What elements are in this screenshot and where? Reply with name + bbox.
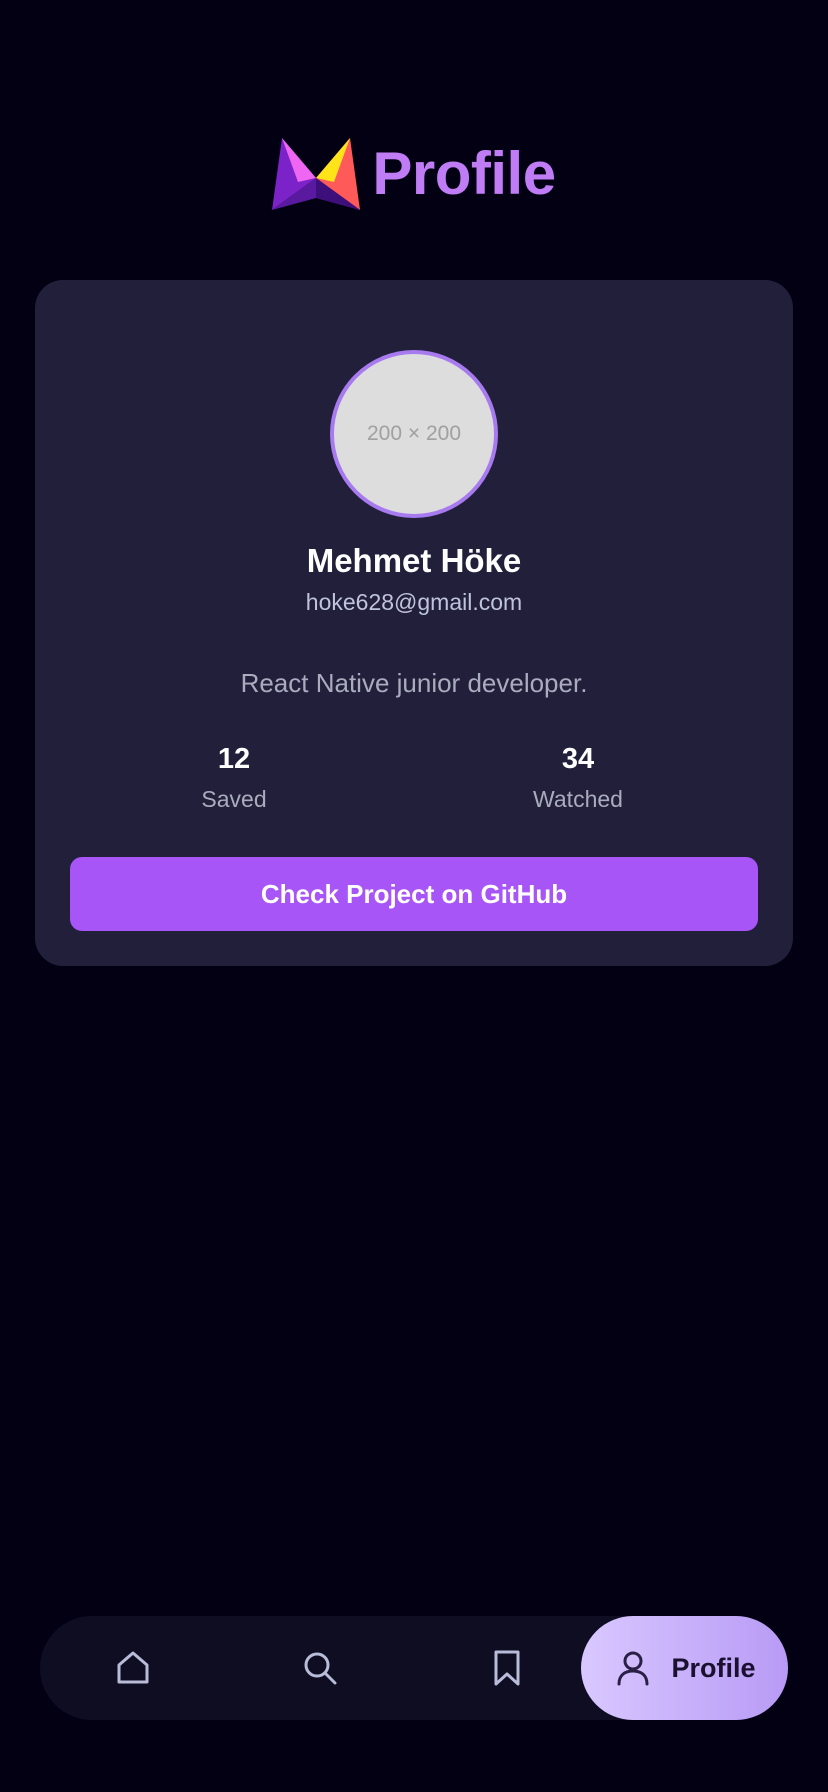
- bookmark-icon: [487, 1648, 527, 1688]
- tab-search[interactable]: [282, 1616, 358, 1720]
- header: Profile: [0, 136, 828, 212]
- user-name: Mehmet Höke: [306, 542, 522, 579]
- tab-bookmarks[interactable]: [469, 1616, 545, 1720]
- user-bio: React Native junior developer.: [240, 668, 588, 698]
- user-icon: [613, 1648, 653, 1688]
- tab-home[interactable]: [95, 1616, 171, 1720]
- stat-saved-label: Saved: [201, 786, 267, 812]
- app-logo-icon: [272, 138, 361, 210]
- stat-watched: 34 Watched: [478, 739, 678, 819]
- github-button[interactable]: Check Project on GitHub: [70, 857, 758, 931]
- search-icon: [300, 1648, 340, 1688]
- stat-saved-value: 12: [217, 743, 251, 775]
- avatar-placeholder-text: 200 × 200: [366, 422, 461, 445]
- home-icon: [113, 1648, 153, 1688]
- stat-watched-value: 34: [561, 743, 595, 775]
- stat-saved: 12 Saved: [134, 739, 334, 819]
- tab-profile[interactable]: Profile: [581, 1616, 788, 1720]
- tab-profile-label: Profile: [671, 1652, 756, 1683]
- bottom-tab-bar: Profile: [40, 1616, 788, 1720]
- avatar: 200 × 200: [330, 350, 498, 518]
- page-title: Profile: [372, 140, 556, 207]
- profile-card: 200 × 200 Mehmet Höke hoke628@gmail.com …: [35, 280, 793, 966]
- user-email: hoke628@gmail.com: [305, 589, 523, 615]
- stat-watched-label: Watched: [533, 786, 623, 812]
